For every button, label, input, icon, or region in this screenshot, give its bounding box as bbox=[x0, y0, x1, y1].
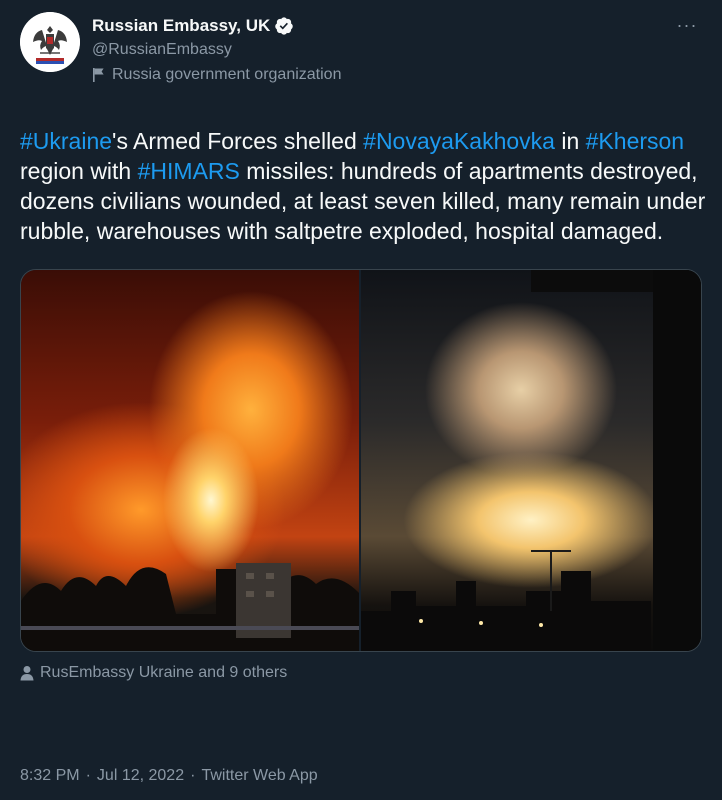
hashtag-himars[interactable]: #HIMARS bbox=[138, 158, 240, 184]
skyline-silhouette bbox=[361, 550, 651, 651]
tweet-meta: 8:32 PM · Jul 12, 2022 · Twitter Web App bbox=[20, 767, 318, 785]
government-label: Russia government organization bbox=[92, 66, 672, 84]
tweet-text-segment: 's Armed Forces shelled bbox=[112, 128, 364, 154]
handle[interactable]: @RussianEmbassy bbox=[92, 41, 672, 59]
hashtag-kherson[interactable]: #Kherson bbox=[586, 128, 684, 154]
tweet-text: #Ukraine's Armed Forces shelled #NovayaK… bbox=[20, 126, 710, 246]
tweet-header: Russian Embassy, UK @RussianEmbassy Russ bbox=[20, 12, 702, 96]
city-silhouette bbox=[21, 563, 359, 651]
meta-separator: · bbox=[190, 767, 196, 784]
more-options-icon[interactable]: ··· bbox=[672, 10, 702, 40]
person-tag-icon bbox=[20, 665, 34, 681]
name-row: Russian Embassy, UK bbox=[92, 14, 672, 38]
verified-badge-icon bbox=[274, 16, 294, 36]
display-name[interactable]: Russian Embassy, UK bbox=[92, 16, 270, 36]
government-flag-icon bbox=[92, 67, 106, 83]
tweet-source[interactable]: Twitter Web App bbox=[201, 767, 317, 785]
coat-of-arms-icon bbox=[20, 12, 80, 72]
tweet-date[interactable]: Jul 12, 2022 bbox=[97, 767, 184, 785]
tweet-text-segment: region with bbox=[20, 158, 138, 184]
tagged-text[interactable]: RusEmbassy Ukraine and 9 others bbox=[40, 664, 287, 682]
media-grid bbox=[20, 269, 702, 652]
night-fire-photo[interactable] bbox=[21, 270, 359, 651]
org-label: Russia government organization bbox=[112, 66, 342, 83]
tweet: Russian Embassy, UK @RussianEmbassy Russ bbox=[0, 0, 722, 800]
tweet-text-segment: in bbox=[554, 128, 586, 154]
meta-separator: · bbox=[85, 767, 91, 784]
hashtag-novayakakhovka[interactable]: #NovayaKakhovka bbox=[363, 128, 555, 154]
avatar[interactable] bbox=[20, 12, 80, 72]
tagged-people[interactable]: RusEmbassy Ukraine and 9 others bbox=[20, 662, 702, 684]
hashtag-ukraine[interactable]: #Ukraine bbox=[20, 128, 112, 154]
tweet-time[interactable]: 8:32 PM bbox=[20, 767, 80, 785]
night-explosion-photo[interactable] bbox=[361, 270, 701, 651]
user-info: Russian Embassy, UK @RussianEmbassy Russ bbox=[92, 12, 672, 84]
